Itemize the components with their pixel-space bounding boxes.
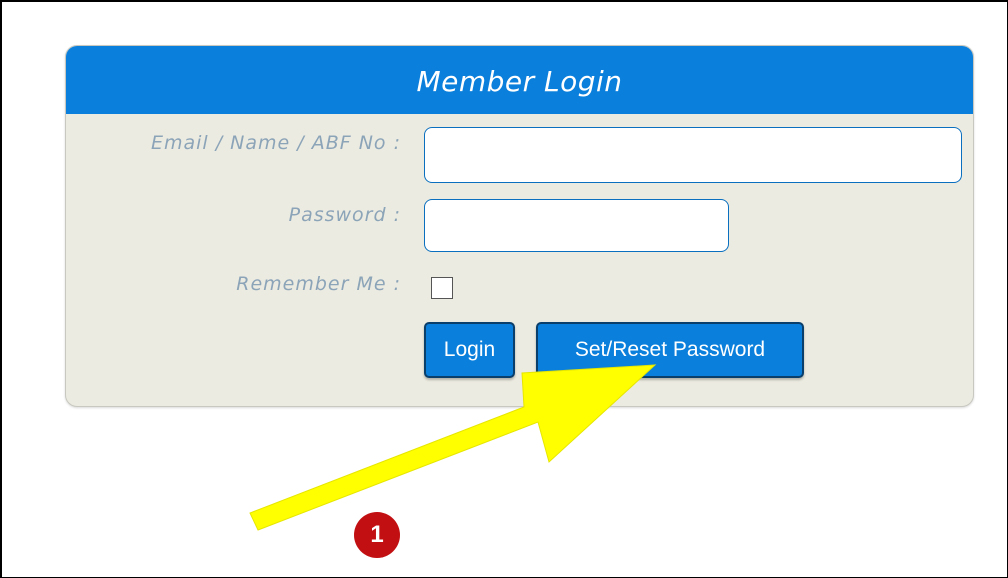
step-badge: 1 <box>354 512 400 558</box>
annotation-overlay <box>249 364 657 531</box>
yellow-arrow-icon <box>249 364 657 531</box>
